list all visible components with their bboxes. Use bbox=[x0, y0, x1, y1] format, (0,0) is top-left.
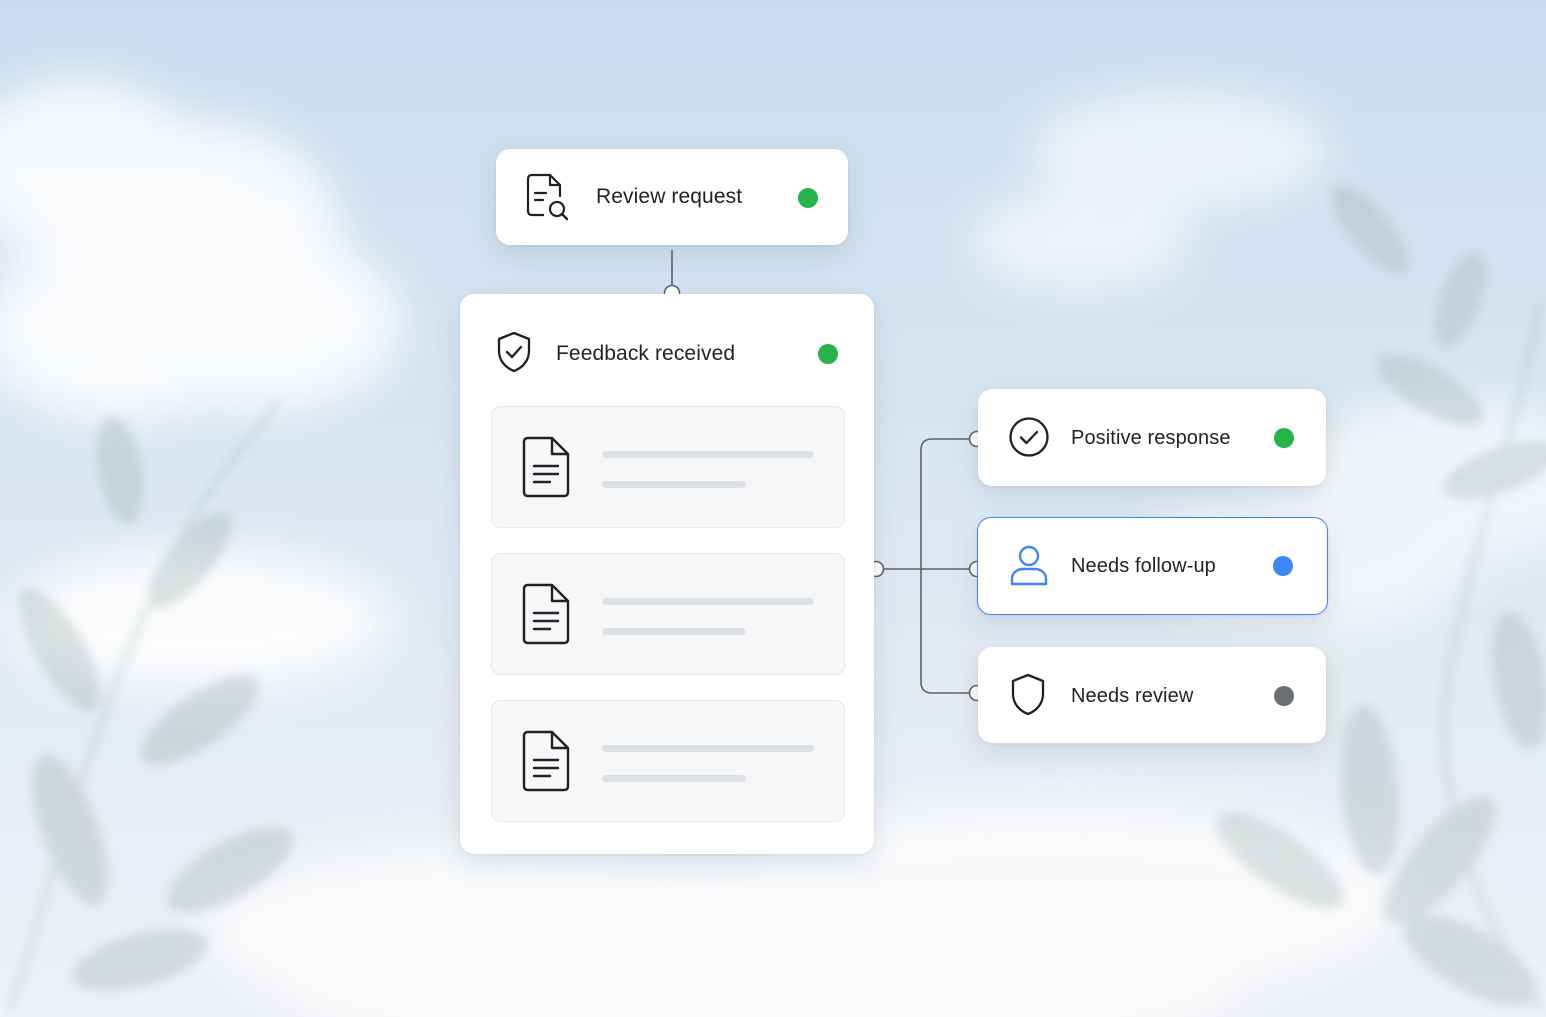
placeholder-line bbox=[602, 451, 814, 458]
feedback-received-status-dot bbox=[818, 344, 838, 364]
placeholder-line bbox=[602, 775, 746, 782]
placeholder-line bbox=[602, 598, 814, 605]
positive-response-card[interactable]: Positive response bbox=[978, 389, 1326, 486]
needs-follow-up-status-dot bbox=[1273, 556, 1293, 576]
user-icon bbox=[1010, 545, 1048, 586]
needs-review-status-dot bbox=[1274, 686, 1294, 706]
connector-branch-positive bbox=[920, 438, 969, 694]
needs-follow-up-card[interactable]: Needs follow-up bbox=[977, 517, 1328, 615]
placeholder-line bbox=[602, 745, 814, 752]
positive-response-status-dot bbox=[1274, 428, 1294, 448]
cloud-left bbox=[0, 80, 400, 690]
placeholder-line bbox=[602, 481, 746, 488]
document-item[interactable] bbox=[491, 406, 845, 528]
placeholder-line bbox=[602, 628, 746, 635]
leaves-left bbox=[7, 398, 293, 1011]
feedback-received-label: Feedback received bbox=[556, 342, 736, 365]
review-request-label: Review request bbox=[596, 185, 743, 208]
shield-icon bbox=[1011, 673, 1045, 716]
document-icon bbox=[522, 436, 570, 498]
document-icon bbox=[522, 583, 570, 645]
review-request-card[interactable]: Review request bbox=[496, 149, 848, 245]
positive-response-label: Positive response bbox=[1071, 427, 1231, 449]
shield-check-icon bbox=[497, 331, 531, 373]
file-search-icon bbox=[526, 173, 569, 221]
needs-follow-up-label: Needs follow-up bbox=[1071, 555, 1216, 577]
review-request-status-dot bbox=[798, 188, 818, 208]
document-item[interactable] bbox=[491, 553, 845, 675]
document-item[interactable] bbox=[491, 700, 845, 822]
feedback-received-card[interactable]: Feedback received bbox=[460, 294, 874, 854]
needs-review-label: Needs review bbox=[1071, 685, 1194, 707]
needs-review-card[interactable]: Needs review bbox=[978, 647, 1326, 743]
check-circle-icon bbox=[1009, 417, 1049, 457]
document-icon bbox=[522, 730, 570, 792]
